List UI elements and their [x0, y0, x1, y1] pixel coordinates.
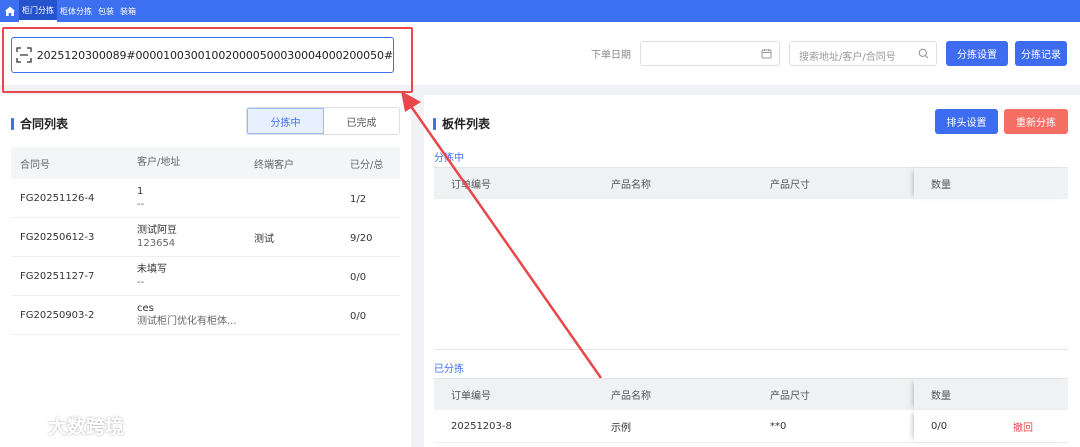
sorted-section-label: 已分拣 — [434, 364, 464, 375]
status-segment: 分拣中 已完成 — [246, 107, 400, 135]
header-settings-button[interactable]: 排头设置 — [935, 109, 998, 134]
col-quantity: 数量 — [914, 379, 1068, 410]
tab-boxing[interactable]: 装箱 — [117, 0, 139, 22]
watermark-logo-icon — [11, 416, 48, 435]
order-no: 20251203-8 — [451, 420, 512, 432]
col-customer-address: 客户/地址 — [137, 157, 181, 168]
contract-no: FG20250903-2 — [20, 309, 95, 321]
resort-button[interactable]: 重新分拣 — [1004, 109, 1068, 134]
progress-total: /0 — [356, 310, 367, 322]
sorting-section-label: 分拣中 — [434, 153, 464, 164]
revoke-link[interactable]: 撤回 — [1013, 419, 1033, 434]
contract-list-title: 合同列表 — [11, 115, 68, 132]
segment-sorting[interactable]: 分拣中 — [247, 108, 324, 134]
customer-name: ces — [137, 303, 154, 314]
home-icon[interactable] — [1, 0, 19, 22]
watermark: 大数跨境 — [10, 412, 124, 439]
watermark-text: 大数跨境 — [48, 416, 125, 438]
progress-total: /2 — [356, 193, 367, 205]
section-divider — [434, 349, 1068, 350]
customer-address-line: -- — [137, 277, 145, 288]
contract-no: FG20251127-7 — [20, 270, 95, 282]
col-product-name: 产品名称 — [611, 180, 651, 191]
search-icon[interactable] — [918, 48, 929, 62]
progress: 9/20 — [341, 231, 400, 244]
annotation-highlight — [2, 27, 413, 93]
title-accent — [11, 117, 14, 130]
customer-address-line: 123654 — [137, 238, 176, 249]
search-input[interactable]: 搜索地址/客户/合同号 — [789, 41, 937, 66]
table-row[interactable]: 20251203-8 示例 **0 0/0 撤回 — [434, 410, 1068, 443]
progress: 0/0 — [341, 270, 400, 283]
customer-address-line: 测试柜门优化有柜体... — [137, 316, 237, 327]
search-placeholder: 搜索地址/客户/合同号 — [799, 52, 896, 63]
progress-total: /0 — [356, 271, 367, 283]
contract-no: FG20251126-4 — [20, 192, 95, 204]
tab-cabinet-sorting[interactable]: 柜体分拣 — [57, 0, 95, 22]
contract-panel: 合同列表 分拣中 已完成 合同号 客户/地址 终端客户 已分/总 FG20251… — [0, 95, 411, 447]
quantity-cell: 0/0 撤回 — [914, 410, 1068, 442]
customer-address: 未填写 -- — [128, 263, 245, 289]
product-size: **0 — [770, 420, 787, 432]
customer-name: 测试阿豆 — [137, 225, 177, 236]
tab-door-sorting[interactable]: 柜门分拣 — [19, 0, 57, 22]
board-list-title: 板件列表 — [433, 115, 490, 132]
col-product-size: 产品尺寸 — [770, 180, 810, 191]
col-product-size: 产品尺寸 — [770, 391, 810, 402]
table-row[interactable]: FG20251127-7 未填写 -- 0/0 — [11, 257, 400, 296]
board-panel: 板件列表 排头设置 重新分拣 分拣中 订单编号 产品名称 产品尺寸 数量 已分拣… — [424, 95, 1080, 447]
col-progress: 已分/总 — [350, 159, 384, 171]
col-contract-no: 合同号 — [20, 159, 50, 171]
customer-address: 测试阿豆 123654 — [128, 224, 245, 250]
col-end-customer: 终端客户 — [254, 159, 294, 171]
board-list-title-text: 板件列表 — [442, 117, 491, 131]
title-accent — [433, 117, 436, 130]
progress-total: /20 — [356, 232, 373, 244]
col-product-name: 产品名称 — [611, 391, 651, 402]
calendar-icon — [761, 48, 772, 62]
segment-completed[interactable]: 已完成 — [324, 108, 399, 134]
col-quantity: 数量 — [914, 168, 1068, 199]
end-customer: 测试 — [254, 233, 274, 245]
customer-address: 1 -- — [128, 185, 245, 211]
order-date-input[interactable] — [640, 41, 780, 66]
contract-no: FG20250612-3 — [20, 231, 95, 243]
table-row[interactable]: FG20250903-2 ces 测试柜门优化有柜体... 0/0 — [11, 296, 400, 335]
col-order-no: 订单编号 — [451, 180, 491, 191]
customer-address-line: -- — [137, 199, 145, 210]
sort-settings-button[interactable]: 分拣设置 — [946, 41, 1008, 66]
top-nav: 柜门分拣 柜体分拣 包装 装箱 — [0, 0, 1080, 22]
contract-list-title-text: 合同列表 — [20, 117, 69, 131]
sort-records-button[interactable]: 分拣记录 — [1015, 41, 1067, 66]
table-row[interactable]: FG20251126-4 1 -- 1/2 — [11, 179, 400, 218]
contract-table-header: 合同号 客户/地址 终端客户 已分/总 — [11, 147, 400, 179]
customer-address: ces 测试柜门优化有柜体... — [128, 302, 245, 328]
order-date-label: 下单日期 — [591, 50, 631, 61]
contract-table: 合同号 客户/地址 终端客户 已分/总 FG20251126-4 1 -- 1/… — [11, 147, 400, 335]
quantity: 0/0 — [931, 420, 948, 432]
progress: 1/2 — [341, 192, 400, 205]
sorting-table-header: 订单编号 产品名称 产品尺寸 数量 — [434, 167, 1068, 199]
product-name: 示例 — [611, 422, 631, 434]
tab-packaging[interactable]: 包装 — [95, 0, 117, 22]
sorted-table-header: 订单编号 产品名称 产品尺寸 数量 — [434, 378, 1068, 410]
progress: 0/0 — [341, 309, 400, 322]
table-row[interactable]: FG20250612-3 测试阿豆 123654 测试 9/20 — [11, 218, 400, 257]
col-order-no: 订单编号 — [451, 391, 491, 402]
customer-name: 未填写 — [137, 264, 167, 275]
customer-name: 1 — [137, 186, 144, 197]
